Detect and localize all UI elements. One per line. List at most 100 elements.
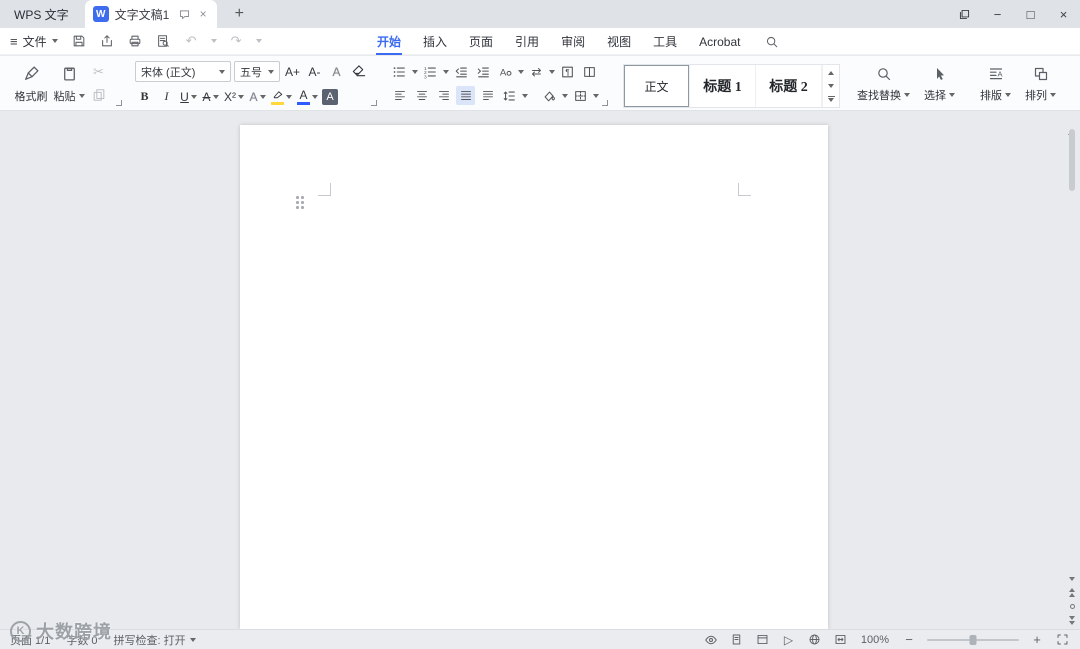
borders-icon[interactable] <box>571 86 590 105</box>
undo-icon[interactable]: ↶ <box>183 33 200 50</box>
paste-button[interactable]: 粘贴 <box>50 60 88 108</box>
file-menu-button[interactable]: ≡ 文件 <box>10 33 60 50</box>
text-outline-effect-button[interactable]: A <box>248 87 267 106</box>
style-heading1[interactable]: 标题 1 <box>690 65 756 107</box>
char-shading-button[interactable]: A <box>322 88 338 105</box>
print-icon[interactable] <box>127 33 144 50</box>
redo-icon[interactable]: ↷ <box>228 33 245 50</box>
document-page[interactable] <box>240 125 828 629</box>
columns-icon[interactable] <box>580 62 599 81</box>
windows-stack-icon[interactable] <box>948 0 981 28</box>
shading-dropdown-icon[interactable] <box>562 93 568 98</box>
paragraph-dialog-launcher[interactable] <box>602 100 608 106</box>
comment-bubble-icon[interactable] <box>178 7 192 21</box>
tab-insert[interactable]: 插入 <box>412 28 458 55</box>
browse-object-icon[interactable] <box>1069 604 1075 609</box>
gallery-more-icon[interactable] <box>826 94 836 104</box>
page-indicator[interactable]: 页面 1/1 <box>10 632 50 648</box>
tab-tools[interactable]: 工具 <box>642 28 688 55</box>
tab-review[interactable]: 审阅 <box>550 28 596 55</box>
style-normal[interactable]: 正文 <box>624 65 690 107</box>
fit-window-icon[interactable] <box>833 632 848 647</box>
superscript-button[interactable]: X² <box>223 87 245 106</box>
italic-button[interactable]: I <box>157 87 176 106</box>
zoom-slider-thumb[interactable] <box>969 634 977 645</box>
char-scale-icon[interactable]: ⇄ <box>527 62 546 81</box>
web-layout-icon[interactable] <box>755 632 770 647</box>
copy-icon[interactable] <box>90 87 107 104</box>
zoom-level[interactable]: 100% <box>859 634 891 646</box>
close-button[interactable]: × <box>1047 0 1080 28</box>
increase-font-button[interactable]: A+ <box>283 62 302 81</box>
line-spacing-dropdown-icon[interactable] <box>522 93 528 98</box>
zoom-out-button[interactable]: − <box>902 632 916 647</box>
format-painter-button[interactable]: 格式刷 <box>12 60 50 108</box>
clipboard-dialog-launcher[interactable] <box>116 100 122 106</box>
eye-protection-icon[interactable] <box>703 632 718 647</box>
page-view-icon[interactable] <box>729 632 744 647</box>
find-replace-button[interactable]: 查找替换 <box>850 60 917 108</box>
align-center-icon[interactable] <box>412 86 431 105</box>
tab-close-icon[interactable]: × <box>198 7 209 21</box>
numbering-icon[interactable]: 123 <box>421 62 440 81</box>
text-tool-icon[interactable]: A <box>496 62 515 81</box>
search-icon[interactable] <box>763 33 780 50</box>
bold-button[interactable]: B <box>135 87 154 106</box>
next-page-icon[interactable] <box>1069 616 1075 625</box>
shading-bucket-icon[interactable] <box>540 86 559 105</box>
play-icon[interactable]: ▷ <box>781 632 796 647</box>
save-icon[interactable] <box>71 33 88 50</box>
clear-format-icon[interactable] <box>349 62 368 81</box>
undo-dropdown-icon[interactable] <box>210 39 217 43</box>
paragraph-drag-handle[interactable] <box>296 196 299 199</box>
underline-button[interactable]: U <box>179 87 198 106</box>
app-tab-wps[interactable]: WPS 文字 <box>0 0 83 28</box>
maximize-button[interactable]: □ <box>1014 0 1047 28</box>
line-spacing-icon[interactable] <box>500 86 519 105</box>
scrollbar-thumb[interactable] <box>1069 129 1075 191</box>
zoom-in-button[interactable]: + <box>1030 632 1044 647</box>
globe-icon[interactable] <box>807 632 822 647</box>
borders-dropdown-icon[interactable] <box>593 93 599 98</box>
smart-convert-button[interactable]: 智能公文转换 <box>1074 60 1080 108</box>
scroll-down-icon[interactable] <box>1069 577 1075 581</box>
tab-acrobat[interactable]: Acrobat <box>688 28 751 55</box>
align-left-icon[interactable] <box>390 86 409 105</box>
bullets-dropdown-icon[interactable] <box>412 69 418 74</box>
char-scale-dropdown-icon[interactable] <box>549 69 555 74</box>
align-right-icon[interactable] <box>434 86 453 105</box>
gallery-down-icon[interactable] <box>826 81 836 91</box>
document-tab[interactable]: W 文字文稿1 × <box>84 0 217 28</box>
minimize-button[interactable]: − <box>981 0 1014 28</box>
bullets-icon[interactable] <box>390 62 409 81</box>
decrease-font-button[interactable]: A- <box>305 62 324 81</box>
gallery-up-icon[interactable] <box>826 68 836 78</box>
tab-view[interactable]: 视图 <box>596 28 642 55</box>
fullscreen-icon[interactable] <box>1055 632 1070 647</box>
text-tool-dropdown-icon[interactable] <box>518 69 524 74</box>
text-effects-icon[interactable]: A <box>327 62 346 81</box>
decrease-indent-icon[interactable] <box>452 62 471 81</box>
align-justify-icon[interactable] <box>456 86 475 105</box>
arrange-button[interactable]: 排列 <box>1018 60 1063 108</box>
previous-page-icon[interactable] <box>1069 588 1075 597</box>
redo-dropdown-icon[interactable] <box>255 39 262 43</box>
font-color-button[interactable]: A <box>296 87 319 106</box>
paragraph-layout-icon[interactable]: ¶ <box>558 62 577 81</box>
increase-indent-icon[interactable] <box>474 62 493 81</box>
vertical-scrollbar[interactable] <box>1064 111 1080 629</box>
style-heading2[interactable]: 标题 2 <box>756 65 822 107</box>
zoom-slider[interactable] <box>927 634 1019 645</box>
select-button[interactable]: 选择 <box>917 60 962 108</box>
export-icon[interactable] <box>99 33 116 50</box>
font-size-combo[interactable]: 五号 <box>234 61 280 82</box>
tab-home[interactable]: 开始 <box>366 28 412 55</box>
print-preview-icon[interactable] <box>155 33 172 50</box>
highlight-color-button[interactable] <box>270 87 293 106</box>
distribute-icon[interactable] <box>478 86 497 105</box>
word-count[interactable]: 字数 0 <box>66 632 97 648</box>
font-dialog-launcher[interactable] <box>371 100 377 106</box>
font-name-combo[interactable]: 宋体 (正文) <box>135 61 231 82</box>
tab-reference[interactable]: 引用 <box>504 28 550 55</box>
cut-icon[interactable]: ✂ <box>90 64 107 81</box>
